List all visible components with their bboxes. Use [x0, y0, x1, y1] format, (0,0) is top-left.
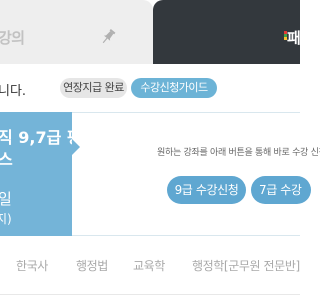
enrollment-guide-button[interactable]: 수강신청가이드: [131, 78, 217, 98]
notice-text: 니다.: [0, 84, 27, 99]
category-public-administration[interactable]: 행정학[군무원 전문반]: [192, 257, 300, 274]
category-korean-history[interactable]: 한국사: [16, 257, 48, 274]
pin-icon[interactable]: [98, 27, 118, 47]
tab-lecture-label: 강의: [0, 29, 25, 47]
extension-complete-badge[interactable]: 연장지급 완료: [60, 78, 127, 98]
enroll-guide-text: 원하는 강좌를 아래 버튼을 통해 바로 수강 신청: [157, 148, 320, 158]
promo-card-arrow: [72, 139, 80, 155]
promo-card[interactable]: 직 9,7급 평 스 일 지): [0, 112, 72, 236]
promo-date-note: 지): [0, 212, 12, 226]
tab-lecture[interactable]: 강의: [0, 0, 153, 64]
divider: [0, 294, 300, 295]
promo-date: 일: [0, 190, 12, 208]
tab-package[interactable]: 패: [153, 0, 301, 64]
tab-package-label: 패: [287, 29, 301, 47]
category-pedagogy[interactable]: 교육학: [133, 257, 165, 274]
enroll-7th-grade-button[interactable]: 7급 수강: [251, 176, 311, 204]
category-administrative-law[interactable]: 행정법: [76, 257, 108, 274]
notice-row: 니다. 연장지급 완료 수강신청가이드: [0, 64, 300, 112]
promo-title-line2: 스: [0, 150, 13, 169]
promo-title-line1: 직 9,7급 평: [0, 128, 72, 147]
tab-accent-bar: [284, 31, 287, 40]
enroll-9th-grade-button[interactable]: 9급 수강신청: [167, 176, 246, 204]
